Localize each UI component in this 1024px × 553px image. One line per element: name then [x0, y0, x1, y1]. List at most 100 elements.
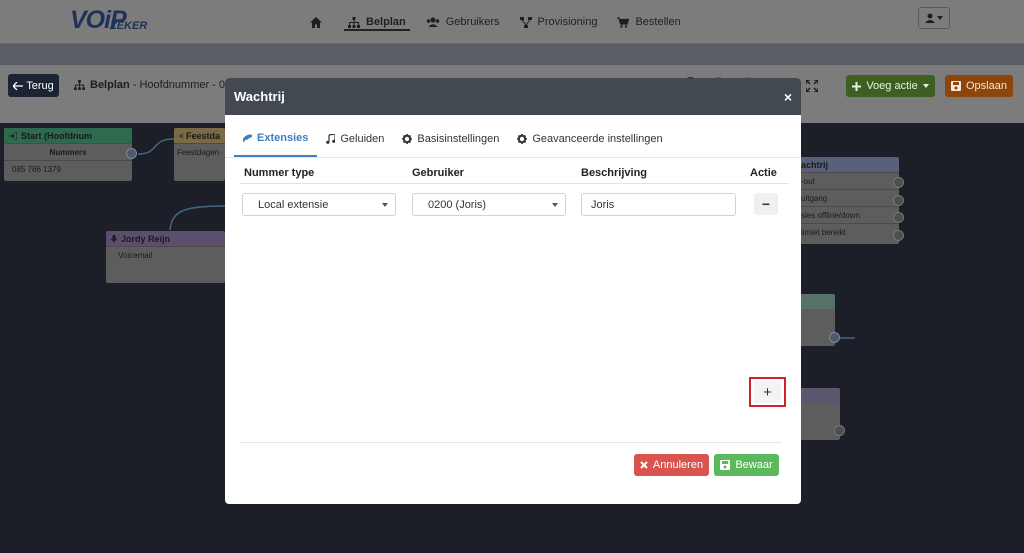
- user-node-header: Jordy Reijn: [106, 231, 225, 246]
- queue-node-title: achtrij: [801, 159, 829, 170]
- flow-node[interactable]: [795, 388, 840, 440]
- tab-basisinstellingen-label: Basisinstellingen: [417, 133, 500, 145]
- nodes-icon: [519, 16, 532, 28]
- add-action-button[interactable]: Voeg actie: [846, 75, 935, 97]
- plus-icon: [852, 81, 862, 91]
- caret-down-icon: [382, 203, 388, 207]
- column-header-actie: Actie: [750, 167, 777, 179]
- user-value: 0200 (Joris): [428, 198, 487, 211]
- user-node-title: Jordy Reijn: [121, 233, 171, 244]
- save-icon: [951, 81, 961, 91]
- queue-node[interactable]: achtrij -out uitgang sies offline/down l…: [795, 157, 899, 244]
- save-flow-label: Opslaan: [966, 80, 1007, 92]
- nav-belplan[interactable]: Belplan: [338, 0, 416, 44]
- queue-node-row: -out: [795, 172, 899, 189]
- nav-home[interactable]: [300, 0, 338, 44]
- tab-extensies[interactable]: Extensies: [234, 121, 318, 157]
- home-icon: [310, 16, 322, 28]
- tabs-divider: [225, 157, 801, 158]
- caret-down-icon: [552, 203, 558, 207]
- back-label: Terug: [26, 79, 54, 92]
- user-menu-button[interactable]: [918, 7, 950, 29]
- column-header-beschrijving: Beschrijving: [581, 167, 648, 179]
- user-node-row: Voicemail: [106, 246, 225, 263]
- breadcrumb: Belplan - Hoofdnummer - 085: [74, 79, 237, 91]
- number-type-select[interactable]: Local extensie: [242, 193, 396, 216]
- add-action-label: Voeg actie: [866, 80, 918, 92]
- logo[interactable]: VOiP ZEKER: [70, 6, 147, 35]
- phone-icon: [243, 133, 252, 142]
- save-label: Bewaar: [735, 459, 773, 471]
- queue-node-row: limiet bereikt: [795, 223, 899, 240]
- tab-extensies-label: Extensies: [257, 132, 309, 144]
- caret-down-icon: [937, 16, 943, 20]
- sitemap-icon: [74, 80, 85, 90]
- sitemap-icon: [348, 16, 360, 28]
- number-type-value: Local extensie: [258, 198, 329, 211]
- queue-modal: Wachtrij × Extensies Geluiden Basisinste…: [225, 78, 801, 504]
- app-root: VOiP ZEKER Belplan Gebruikers Provisionin…: [0, 0, 1024, 553]
- user-icon: [925, 13, 935, 23]
- queue-node-output[interactable]: [893, 177, 904, 188]
- queue-node-output[interactable]: [893, 212, 904, 223]
- description-input[interactable]: Joris: [581, 193, 736, 216]
- save-flow-button[interactable]: Opslaan: [945, 75, 1013, 97]
- start-node-numbers: Nummers: [4, 143, 132, 160]
- modal-title: Wachtrij: [234, 89, 285, 104]
- logo-sub: ZEKER: [110, 20, 148, 32]
- holiday-node[interactable]: Feestda Feestdagen: [174, 128, 225, 181]
- nav-gebruikers[interactable]: Gebruikers: [416, 0, 510, 44]
- remove-row-button[interactable]: −: [754, 193, 778, 215]
- flow-node-header: [795, 294, 835, 309]
- start-node-output[interactable]: [126, 148, 137, 159]
- gear-icon: [517, 134, 528, 144]
- expand-icon[interactable]: [806, 80, 818, 92]
- holiday-node-header: Feestda: [174, 128, 225, 143]
- holiday-node-row: Feestdagen: [174, 143, 225, 160]
- cancel-label: Annuleren: [652, 459, 704, 471]
- nav-provisioning-label: Provisioning: [537, 16, 598, 28]
- modal-tabs: Extensies Geluiden Basisinstellingen Gea…: [225, 121, 801, 157]
- close-icon[interactable]: ×: [784, 89, 792, 105]
- tab-geluiden[interactable]: Geluiden: [317, 121, 393, 157]
- breadcrumb-rest: - Hoofdnummer - 085: [132, 79, 238, 91]
- breadcrumb-title: Belplan: [90, 79, 130, 91]
- share-icon: [179, 133, 183, 138]
- cancel-button[interactable]: Annuleren: [634, 454, 709, 476]
- flow-node-output[interactable]: [834, 425, 845, 436]
- holiday-node-title: Feestda: [185, 130, 220, 141]
- add-row-button[interactable]: +: [749, 377, 786, 407]
- queue-node-row: uitgang: [795, 189, 899, 206]
- back-button[interactable]: Terug: [8, 74, 59, 97]
- nav-gebruikers-label: Gebruikers: [445, 16, 500, 28]
- flow-node-output[interactable]: [829, 332, 840, 343]
- modal-header: Wachtrij ×: [225, 78, 801, 115]
- user-select[interactable]: 0200 (Joris): [412, 193, 566, 216]
- queue-node-output[interactable]: [893, 195, 904, 206]
- save-icon: [720, 460, 731, 470]
- description-value: Joris: [591, 198, 615, 211]
- save-button[interactable]: Bewaar: [714, 454, 779, 476]
- sign-in-icon: [9, 131, 17, 140]
- tab-basisinstellingen[interactable]: Basisinstellingen: [393, 121, 508, 157]
- footer-divider: [240, 442, 782, 443]
- start-node-number: 085 786 1379: [4, 160, 132, 177]
- plus-icon: +: [754, 381, 781, 403]
- user-node[interactable]: Jordy Reijn Voicemail: [106, 231, 225, 283]
- close-icon: [640, 461, 648, 469]
- queue-node-output[interactable]: [893, 230, 904, 241]
- nav-bestellen-label: Bestellen: [635, 16, 681, 28]
- queue-node-header: achtrij: [795, 157, 899, 172]
- tab-geavanceerde-instellingen[interactable]: Geavanceerde instellingen: [508, 121, 671, 157]
- nav-bestellen[interactable]: Bestellen: [607, 0, 690, 44]
- nav-belplan-label: Belplan: [366, 16, 406, 28]
- main-nav: Belplan Gebruikers Provisioning Bestelle…: [300, 0, 691, 44]
- music-icon: [326, 134, 336, 144]
- arrow-left-icon: [13, 81, 24, 90]
- tab-geluiden-label: Geluiden: [340, 133, 385, 145]
- tab-geavanceerde-instellingen-label: Geavanceerde instellingen: [532, 133, 663, 145]
- table-header-divider: [240, 183, 789, 184]
- start-node[interactable]: Start (Hoofdnum Nummers 085 786 1379: [4, 128, 132, 181]
- nav-provisioning[interactable]: Provisioning: [510, 0, 608, 44]
- column-header-gebruiker: Gebruiker: [412, 167, 464, 179]
